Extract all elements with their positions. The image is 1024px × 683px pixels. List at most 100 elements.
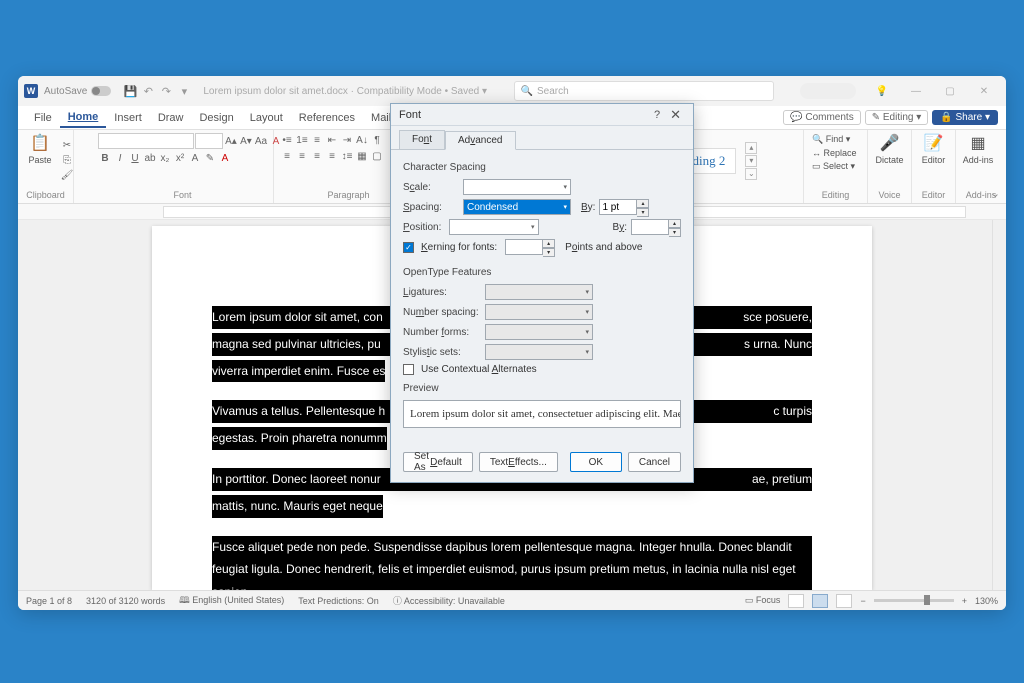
- tab-draw[interactable]: Draw: [150, 109, 192, 127]
- status-accessibility[interactable]: ⓘ Accessibility: Unavailable: [393, 594, 505, 607]
- find-button[interactable]: 🔍 Find ▾: [810, 133, 859, 146]
- tab-references[interactable]: References: [291, 109, 363, 127]
- account-pill[interactable]: [800, 83, 856, 99]
- close-button[interactable]: ✕: [968, 79, 1000, 103]
- spin-down-icon[interactable]: ▾: [543, 248, 555, 257]
- align-center-icon[interactable]: ≡: [295, 149, 309, 163]
- status-page[interactable]: Page 1 of 8: [26, 596, 72, 606]
- paste-button[interactable]: 📋 Paste ✂ ⎘ 🖌: [24, 133, 56, 165]
- maximize-button[interactable]: ▢: [934, 79, 966, 103]
- status-lang[interactable]: 🕮 English (United States): [179, 593, 284, 609]
- tab-layout[interactable]: Layout: [242, 109, 291, 127]
- italic-icon[interactable]: I: [113, 151, 127, 165]
- kerning-spinner[interactable]: ▴▾: [505, 239, 555, 255]
- qat-dropdown-icon[interactable]: ▾: [177, 84, 191, 98]
- text-line[interactable]: viverra imperdiet enim. Fusce es: [212, 360, 385, 383]
- font-family-select[interactable]: [98, 133, 194, 149]
- view-read-icon[interactable]: [788, 594, 804, 608]
- position-by-input[interactable]: [631, 219, 669, 235]
- shading-icon[interactable]: ▦: [355, 149, 369, 163]
- pilcrow-icon[interactable]: ¶: [370, 133, 384, 147]
- replace-button[interactable]: ↔ Replace: [810, 147, 859, 159]
- dialog-help-icon[interactable]: ?: [648, 109, 666, 121]
- underline-icon[interactable]: U: [128, 151, 142, 165]
- stylistic-sets-select[interactable]: ▾: [485, 344, 593, 360]
- align-left-icon[interactable]: ≡: [280, 149, 294, 163]
- spin-down-icon[interactable]: ▾: [669, 228, 681, 237]
- spin-up-icon[interactable]: ▴: [637, 199, 649, 208]
- dictate-button[interactable]: 🎤Dictate: [874, 133, 905, 165]
- text-effects-button[interactable]: Text Effects...: [479, 452, 558, 472]
- multilevel-icon[interactable]: ≡: [310, 133, 324, 147]
- spin-up-icon[interactable]: ▴: [669, 219, 681, 228]
- minimize-button[interactable]: —: [900, 79, 932, 103]
- font-size-select[interactable]: [195, 133, 223, 149]
- grow-font-icon[interactable]: A▴: [224, 134, 238, 148]
- dialog-tab-advanced[interactable]: Advanced: [445, 131, 515, 150]
- zoom-slider[interactable]: [874, 599, 954, 602]
- spin-up-icon[interactable]: ▴: [543, 239, 555, 248]
- ok-button[interactable]: OK: [570, 452, 622, 472]
- ligatures-select[interactable]: ▾: [485, 284, 593, 300]
- addins-button[interactable]: ▦Add-ins: [962, 133, 994, 165]
- sort-icon[interactable]: A↓: [355, 133, 369, 147]
- indent-left-icon[interactable]: ⇤: [325, 133, 339, 147]
- select-button[interactable]: ▭ Select ▾: [810, 160, 859, 173]
- strike-icon[interactable]: ab: [143, 151, 157, 165]
- tab-file[interactable]: File: [26, 109, 60, 127]
- bulb-icon[interactable]: 💡: [866, 79, 898, 103]
- shrink-font-icon[interactable]: A▾: [239, 134, 253, 148]
- editor-button[interactable]: 📝Editor: [918, 133, 949, 165]
- spacing-select[interactable]: Condensed▾: [463, 199, 571, 215]
- dialog-close-icon[interactable]: ✕: [666, 107, 685, 123]
- redo-icon[interactable]: ↷: [159, 84, 173, 98]
- comments-button[interactable]: 💬 Comments: [783, 110, 861, 125]
- spin-down-icon[interactable]: ▾: [637, 208, 649, 217]
- superscript-icon[interactable]: x²: [173, 151, 187, 165]
- copy-icon[interactable]: ⎘: [60, 153, 74, 167]
- text-line[interactable]: egestas. Proin pharetra nonumm: [212, 427, 387, 450]
- format-painter-icon[interactable]: 🖌: [60, 168, 74, 182]
- toggle-icon[interactable]: [91, 86, 111, 96]
- change-case-icon[interactable]: Aa: [254, 134, 268, 148]
- kerning-input[interactable]: [505, 239, 543, 255]
- autosave-toggle[interactable]: AutoSave: [44, 86, 111, 97]
- contextual-checkbox[interactable]: [403, 364, 414, 375]
- position-by-spinner[interactable]: ▴▾: [631, 219, 681, 235]
- highlight-icon[interactable]: ✎: [203, 151, 217, 165]
- text-line[interactable]: mattis, nunc. Mauris eget neque: [212, 495, 383, 518]
- align-right-icon[interactable]: ≡: [310, 149, 324, 163]
- view-print-icon[interactable]: [812, 594, 828, 608]
- save-icon[interactable]: 💾: [123, 84, 137, 98]
- styles-scroll[interactable]: ▴▾⌄: [745, 142, 757, 180]
- justify-icon[interactable]: ≡: [325, 149, 339, 163]
- tab-insert[interactable]: Insert: [106, 109, 150, 127]
- share-button[interactable]: 🔒 Share ▾: [932, 110, 998, 125]
- editing-mode-button[interactable]: ✎ Editing ▾: [865, 110, 929, 125]
- zoom-in-icon[interactable]: +: [962, 596, 967, 606]
- zoom-value[interactable]: 130%: [975, 596, 998, 606]
- tab-design[interactable]: Design: [191, 109, 241, 127]
- vertical-scrollbar[interactable]: [992, 220, 1006, 590]
- position-select[interactable]: ▾: [449, 219, 539, 235]
- scale-select[interactable]: ▾: [463, 179, 571, 195]
- bullets-icon[interactable]: •≡: [280, 133, 294, 147]
- kerning-checkbox[interactable]: ✓: [403, 242, 414, 253]
- undo-icon[interactable]: ↶: [141, 84, 155, 98]
- status-predictions[interactable]: Text Predictions: On: [298, 596, 379, 606]
- spacing-by-spinner[interactable]: ▴▾: [599, 199, 649, 215]
- zoom-out-icon[interactable]: −: [860, 596, 865, 606]
- collapse-ribbon-icon[interactable]: ⌄: [991, 187, 1000, 200]
- tab-home[interactable]: Home: [60, 108, 107, 128]
- number-forms-select[interactable]: ▾: [485, 324, 593, 340]
- search-input[interactable]: 🔍 Search: [514, 81, 774, 101]
- focus-mode-button[interactable]: ▭ Focus: [745, 595, 781, 606]
- number-spacing-select[interactable]: ▾: [485, 304, 593, 320]
- text-line[interactable]: Fusce aliquet pede non pede. Suspendisse…: [212, 536, 812, 590]
- set-default-button[interactable]: Set As Default: [403, 452, 473, 472]
- line-spacing-icon[interactable]: ↕≡: [340, 149, 354, 163]
- cut-icon[interactable]: ✂: [60, 138, 74, 152]
- indent-right-icon[interactable]: ⇥: [340, 133, 354, 147]
- spacing-by-input[interactable]: [599, 199, 637, 215]
- subscript-icon[interactable]: x₂: [158, 151, 172, 165]
